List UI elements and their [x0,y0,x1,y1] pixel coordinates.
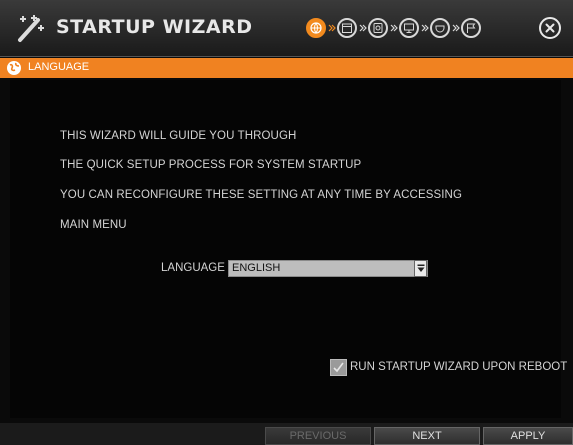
title-bar: STARTUP WIZARD [0,0,573,57]
step-arrow-icon [450,18,461,38]
close-button[interactable] [539,17,561,39]
intro-line-3: YOU CAN RECONFIGURE THESE SETTING AT ANY… [60,189,462,201]
window-title: STARTUP WIZARD [56,16,253,38]
close-icon [545,23,555,33]
wizard-wand-icon [14,12,46,44]
step-display-monitor-icon[interactable] [399,18,419,38]
step-finish-flag-icon[interactable] [461,18,481,38]
step-arrow-icon [388,18,399,38]
intro-line-1: THIS WIZARD WILL GUIDE YOU THROUGH [60,130,297,142]
step-language-globe-icon[interactable] [306,18,326,38]
section-header: LANGUAGE [0,58,573,78]
step-arrow-icon [326,18,337,38]
language-select-value: ENGLISH [232,262,281,274]
step-storage-disk-icon[interactable] [368,18,388,38]
intro-line-4: MAIN MENU [60,219,127,231]
step-datetime-calendar-icon[interactable] [337,18,357,38]
reboot-wizard-checkbox[interactable] [330,359,347,376]
checkmark-icon [333,362,344,373]
next-button[interactable]: NEXT [374,427,480,445]
intro-line-2: THE QUICK SETUP PROCESS FOR SYSTEM START… [60,159,362,171]
chevron-down-icon [417,264,424,272]
section-title: LANGUAGE [28,61,90,73]
globe-icon [6,60,22,76]
previous-button[interactable]: PREVIOUS [265,427,371,445]
startup-wizard-window: STARTUP WIZARD LANGUAGE THIS WIZARD WILL… [0,0,573,445]
reboot-wizard-label: RUN STARTUP WIZARD UPON REBOOT [350,361,568,373]
language-label: LANGUAGE [161,262,225,274]
apply-button[interactable]: APPLY [483,427,573,445]
step-arrow-icon [419,18,430,38]
language-select[interactable]: ENGLISH [228,260,428,277]
step-camera-dome-icon[interactable] [430,18,450,38]
dropdown-button[interactable] [414,260,427,277]
wizard-steps [306,16,481,40]
step-arrow-icon [357,18,368,38]
